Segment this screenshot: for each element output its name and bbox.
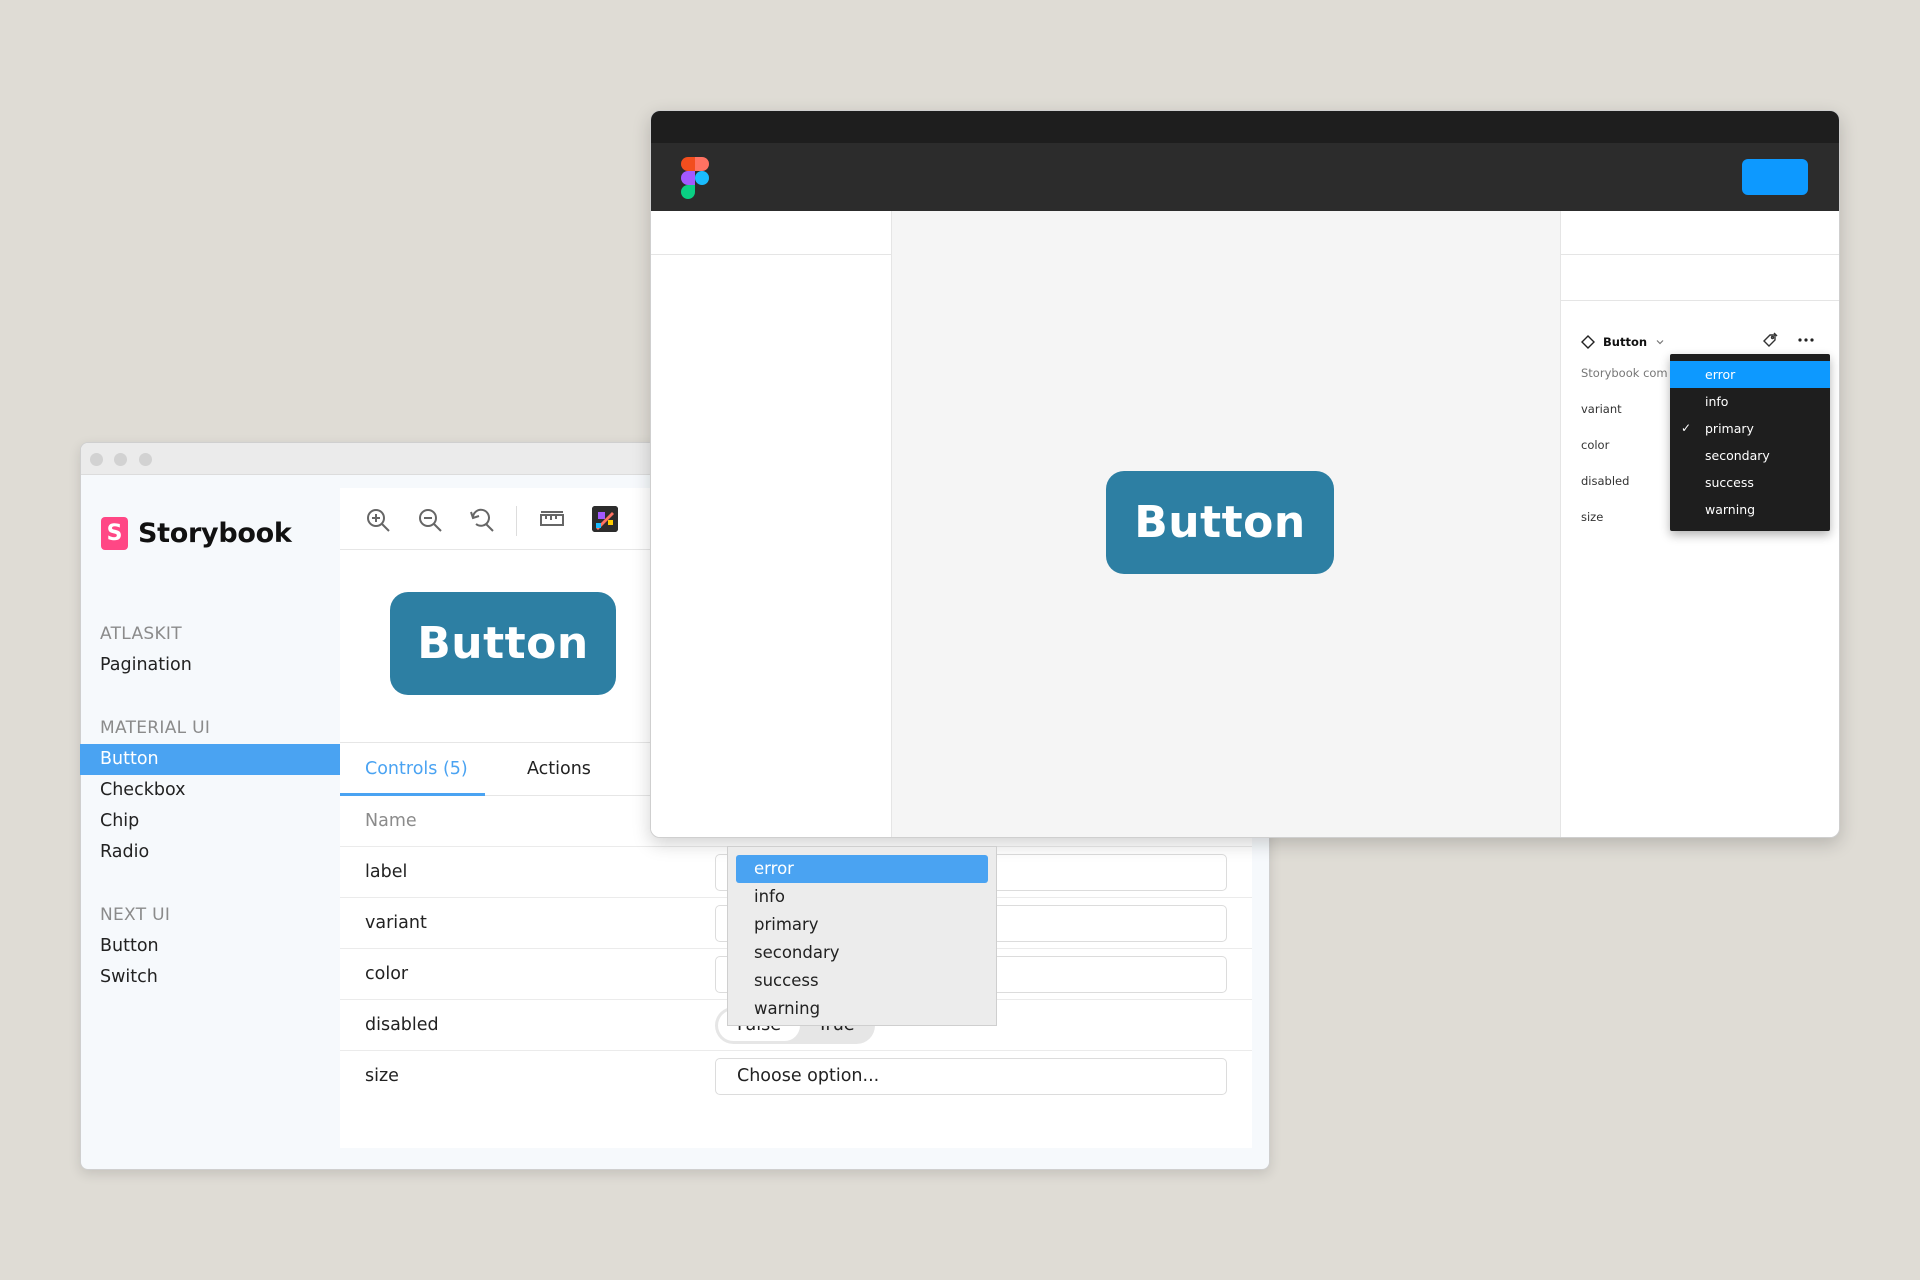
- control-name-size: size: [365, 1066, 399, 1086]
- dropdown-option-warning[interactable]: warning: [736, 995, 988, 1023]
- figma-option-primary[interactable]: ✓ primary: [1670, 415, 1830, 442]
- component-name: Button: [1603, 335, 1648, 349]
- figma-option-error-label: error: [1705, 367, 1736, 382]
- storybook-link-icon[interactable]: [1761, 331, 1779, 349]
- figma-addon-icon[interactable]: [592, 506, 618, 532]
- dropdown-option-success[interactable]: success: [736, 967, 988, 995]
- dropdown-option-primary[interactable]: primary: [736, 911, 988, 939]
- figma-canvas[interactable]: Button: [892, 211, 1560, 837]
- zoom-in-icon[interactable]: [364, 506, 392, 534]
- control-name-color: color: [365, 964, 409, 984]
- figma-option-success-label: success: [1705, 475, 1754, 490]
- ruler-icon[interactable]: [538, 506, 566, 534]
- figma-option-error[interactable]: error: [1670, 361, 1830, 388]
- checkmark-icon: ✓: [1681, 421, 1692, 435]
- figma-layers-panel: [651, 211, 892, 837]
- figma-option-secondary[interactable]: secondary: [1670, 442, 1830, 469]
- sidebar-item-pagination[interactable]: Pagination: [80, 650, 340, 681]
- sidebar-section-next-ui: NEXT UI: [100, 905, 171, 925]
- size-select-value: Choose option...: [737, 1066, 880, 1086]
- figma-variant-dropdown: error info ✓ primary secondary success w…: [1670, 354, 1830, 531]
- share-button[interactable]: [1742, 159, 1808, 195]
- component-header[interactable]: Button: [1581, 335, 1665, 349]
- prop-label-color: color: [1581, 438, 1610, 452]
- storybook-preview-button[interactable]: Button: [390, 592, 616, 695]
- storybook-description: Storybook com: [1581, 366, 1668, 380]
- sidebar-item-checkbox[interactable]: Checkbox: [80, 775, 340, 806]
- figma-option-info-label: info: [1705, 394, 1729, 409]
- prop-label-variant: variant: [1581, 402, 1622, 416]
- sidebar-item-radio[interactable]: Radio: [80, 837, 340, 868]
- layers-divider: [651, 254, 891, 255]
- variant-dropdown-menu: error info primary secondary success war…: [727, 846, 997, 1026]
- prop-label-size: size: [1581, 510, 1604, 524]
- prop-label-disabled: disabled: [1581, 474, 1630, 488]
- figma-window: Button Button Storybook com variant colo…: [650, 110, 1840, 838]
- tab-actions[interactable]: Actions: [527, 743, 591, 796]
- figma-toolbar: [651, 143, 1839, 211]
- sidebar-item-switch[interactable]: Switch: [80, 962, 340, 993]
- figma-option-secondary-label: secondary: [1705, 448, 1770, 463]
- control-row-size: size Choose option...: [340, 1051, 1252, 1102]
- properties-divider-2: [1561, 300, 1839, 301]
- toolbar-separator: [516, 506, 517, 536]
- dropdown-option-secondary[interactable]: secondary: [736, 939, 988, 967]
- storybook-sidebar-tree: ATLASKIT Pagination MATERIAL UI Button C…: [80, 442, 340, 1170]
- control-name-variant: variant: [365, 913, 427, 933]
- figma-titlebar: [651, 111, 1839, 143]
- dropdown-option-error[interactable]: error: [736, 855, 988, 883]
- sidebar-section-atlaskit: ATLASKIT: [100, 624, 182, 644]
- more-options-icon[interactable]: [1797, 331, 1815, 349]
- sidebar-item-material-button[interactable]: Button: [80, 744, 340, 775]
- figma-option-success[interactable]: success: [1670, 469, 1830, 496]
- figma-option-primary-label: primary: [1705, 421, 1754, 436]
- zoom-out-icon[interactable]: [416, 506, 444, 534]
- size-select[interactable]: Choose option...: [715, 1058, 1227, 1095]
- sidebar-item-next-button[interactable]: Button: [80, 931, 340, 962]
- control-name-label: label: [365, 862, 408, 882]
- tab-controls[interactable]: Controls (5): [340, 743, 485, 796]
- chevron-down-icon: [1656, 340, 1664, 345]
- dropdown-option-info[interactable]: info: [736, 883, 988, 911]
- reset-zoom-icon[interactable]: [468, 506, 496, 534]
- figma-option-warning-label: warning: [1705, 502, 1756, 517]
- component-instance-icon: [1581, 335, 1595, 349]
- figma-option-info[interactable]: info: [1670, 388, 1830, 415]
- figma-logo-icon[interactable]: [681, 157, 709, 199]
- properties-divider-1: [1561, 254, 1839, 255]
- canvas-button-component[interactable]: Button: [1106, 471, 1334, 574]
- sidebar-section-material-ui: MATERIAL UI: [100, 718, 211, 738]
- sidebar-item-chip[interactable]: Chip: [80, 806, 340, 837]
- control-name-disabled: disabled: [365, 1015, 439, 1035]
- column-header-name: Name: [365, 811, 417, 831]
- figma-option-warning[interactable]: warning: [1670, 496, 1830, 523]
